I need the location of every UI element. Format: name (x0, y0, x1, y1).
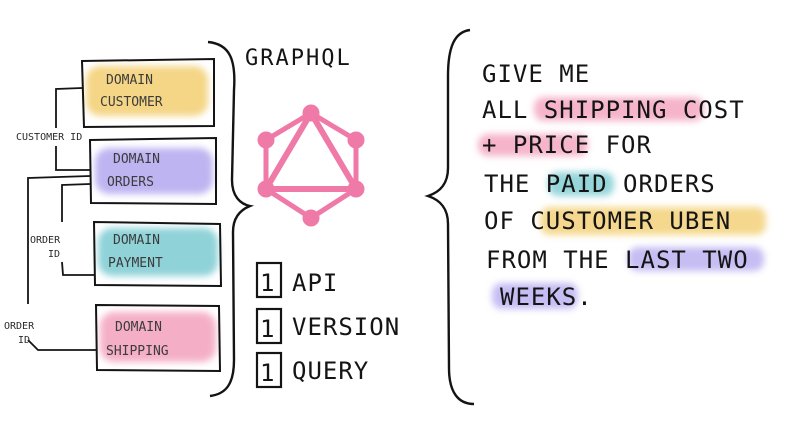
connector-order-id-1-line2: ID (48, 249, 60, 260)
graphql-sketch: DOMAIN CUSTOMER DOMAIN ORDERS DOMAIN PAY… (4, 28, 766, 406)
domain-boxes: DOMAIN CUSTOMER DOMAIN ORDERS DOMAIN PAY… (80, 57, 223, 373)
graphql-title: GRAPHQL (245, 46, 352, 71)
one-api-number: 1 (260, 269, 275, 297)
right-curly-brace (424, 28, 475, 406)
logo-node (347, 180, 365, 198)
connector-labels: CUSTOMER ID ORDER ID ORDER ID (4, 132, 82, 346)
graphql-logo-icon (257, 104, 365, 227)
domain-payment-box: DOMAIN PAYMENT (92, 220, 223, 288)
domain-shipping-box: DOMAIN SHIPPING (94, 303, 222, 373)
query-line-7: WEEKS. (500, 283, 593, 311)
query-highlights (478, 97, 766, 309)
domain-shipping-line2: SHIPPING (106, 344, 169, 359)
query-line-3: + PRICE FOR (482, 131, 652, 159)
domain-payment-line1: DOMAIN (113, 233, 160, 248)
one-items-list: 1 API 1 VERSION 1 QUERY (255, 261, 400, 389)
domain-orders-box: DOMAIN ORDERS (88, 136, 217, 206)
one-version-label: VERSION (292, 313, 400, 341)
query-line-1: GIVE ME (482, 60, 590, 88)
domain-customer-line1: DOMAIN (106, 73, 153, 88)
query-line-2: ALL SHIPPING COST (482, 96, 745, 124)
one-query-item: 1 QUERY (255, 351, 369, 389)
query-line-6: FROM THE LAST TWO (486, 246, 749, 274)
one-query-label: QUERY (292, 357, 369, 385)
connector-customer-id: CUSTOMER ID (16, 132, 82, 143)
logo-node (302, 104, 320, 122)
logo-node (257, 180, 275, 198)
one-version-item: 1 VERSION (255, 307, 400, 345)
domain-customer-line2: CUSTOMER (100, 95, 163, 110)
domain-orders-line1: DOMAIN (113, 152, 160, 167)
query-text: GIVE ME ALL SHIPPING COST + PRICE FOR TH… (482, 60, 749, 311)
query-line-4: THE PAID ORDERS (484, 170, 716, 198)
one-api-item: 1 API (255, 261, 338, 299)
domain-shipping-line1: DOMAIN (115, 320, 162, 335)
domain-payment-line2: PAYMENT (108, 256, 163, 271)
query-line-5: OF CUSTOMER UBEN (484, 207, 731, 235)
logo-node (302, 209, 320, 227)
one-version-number: 1 (260, 315, 275, 343)
logo-node (347, 131, 365, 149)
domain-orders-line2: ORDERS (107, 175, 154, 190)
logo-node (257, 131, 275, 149)
connector-order-id-2-line1: ORDER (4, 321, 35, 332)
one-query-number: 1 (260, 359, 275, 387)
one-api-label: API (292, 269, 338, 297)
connector-order-id-1-line1: ORDER (30, 235, 61, 246)
connector-order-id-2-line2: ID (18, 335, 30, 346)
domain-customer-box: DOMAIN CUSTOMER (80, 57, 215, 129)
logo-triangle (263, 110, 359, 192)
